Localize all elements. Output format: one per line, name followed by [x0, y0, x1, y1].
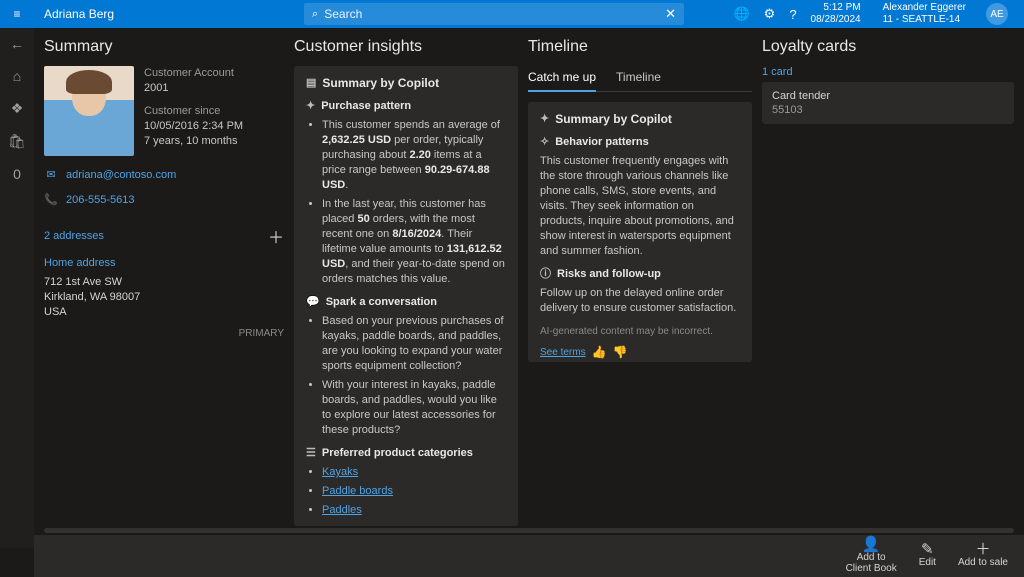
- phone-icon: 📞: [44, 193, 58, 206]
- loyalty-title: Loyalty cards: [762, 38, 1014, 56]
- clear-search-icon[interactable]: ✕: [665, 6, 676, 22]
- tenure-value: 7 years, 10 months: [144, 134, 243, 149]
- pref-icon: ☰: [306, 446, 316, 461]
- timeline-title: Timeline: [528, 38, 752, 56]
- insights-copilot-head: Summary by Copilot: [322, 76, 439, 91]
- add-to-client-book-button[interactable]: 👤 Add to Client Book: [846, 539, 897, 574]
- plus-icon: ＋: [958, 544, 1008, 555]
- address-block: Home address 712 1st Ave SW Kirkland, WA…: [44, 256, 284, 341]
- email-link[interactable]: adriana@contoso.com: [66, 169, 176, 181]
- loyalty-card[interactable]: Card tender 55103: [762, 82, 1014, 124]
- home-address-label[interactable]: Home address: [44, 256, 284, 271]
- copilot-icon: ▤: [306, 76, 316, 91]
- address-line1: 712 1st Ave SW: [44, 275, 284, 290]
- customer-photo: [44, 66, 134, 156]
- behavior-head: Behavior patterns: [555, 135, 649, 150]
- hamburger-icon[interactable]: ≡: [0, 7, 34, 21]
- pref-link-kayaks[interactable]: Kayaks: [322, 466, 358, 478]
- loyalty-count-link[interactable]: 1 card: [762, 66, 1014, 78]
- account-value: 2001: [144, 81, 243, 96]
- add-to-sale-button[interactable]: ＋ Add to sale: [958, 544, 1008, 568]
- summary-column: Summary Customer Account 2001 Customer s…: [44, 38, 284, 544]
- spark-item-2: With your interest in kayaks, paddle boa…: [322, 378, 506, 438]
- pref-head: Preferred product categories: [322, 446, 473, 461]
- risks-icon: ⓘ: [540, 267, 551, 282]
- email-row: ✉ adriana@contoso.com: [44, 168, 284, 181]
- back-icon[interactable]: ←: [10, 36, 24, 52]
- loyalty-column: Loyalty cards 1 card Card tender 55103: [762, 38, 1014, 544]
- horizontal-scrollbar[interactable]: [44, 528, 1014, 533]
- time-block: 5:12 PM 08/28/2024: [811, 2, 869, 26]
- tab-catch-me-up[interactable]: Catch me up: [528, 66, 596, 92]
- risks-text: Follow up on the delayed online order de…: [540, 286, 740, 316]
- gear-icon[interactable]: ⚙: [764, 6, 776, 22]
- address-line2: Kirkland, WA 98007: [44, 290, 284, 305]
- action-bar: 👤 Add to Client Book ✎ Edit ＋ Add to sal…: [34, 535, 1024, 577]
- help-icon[interactable]: ?: [789, 7, 796, 22]
- globe-icon[interactable]: 🌐: [733, 6, 749, 22]
- customer-name-header: Adriana Berg: [34, 7, 124, 21]
- timeline-tabs: Catch me up Timeline: [528, 66, 752, 92]
- insights-column: Customer insights ▤ Summary by Copilot ✦…: [294, 38, 518, 544]
- risks-head: Risks and follow-up: [557, 267, 661, 282]
- insights-title: Customer insights: [294, 38, 518, 56]
- purchase-pattern-head: Purchase pattern: [321, 99, 411, 114]
- edit-button[interactable]: ✎ Edit: [919, 544, 936, 568]
- spark-item-1: Based on your previous purchases of kaya…: [322, 314, 506, 374]
- behavior-icon: ✧: [540, 135, 549, 150]
- pref-link-paddles[interactable]: Paddles: [322, 504, 362, 516]
- insights-panel: ▤ Summary by Copilot ✦ Purchase pattern …: [294, 66, 518, 526]
- phone-link[interactable]: 206-555-5613: [66, 194, 135, 206]
- timeline-panel: ✦ Summary by Copilot ✧ Behavior patterns…: [528, 102, 752, 362]
- primary-badge: PRIMARY: [44, 326, 284, 341]
- rail-count[interactable]: 0: [13, 166, 21, 182]
- user-avatar-badge[interactable]: AE: [986, 3, 1008, 25]
- account-label: Customer Account: [144, 66, 243, 81]
- user-fullname: Alexander Eggerer: [883, 2, 966, 14]
- search-box[interactable]: ⌕ ✕: [304, 3, 684, 25]
- spark-head: Spark a conversation: [326, 295, 437, 310]
- loyalty-card-label: Card tender: [772, 90, 1004, 102]
- side-rail: ← ⌂ ❖ 🛍 0: [0, 28, 34, 548]
- purchase-pattern-item-1: This customer spends an average of 2,632…: [322, 118, 506, 193]
- timeline-copilot-head: Summary by Copilot: [555, 112, 672, 127]
- pencil-icon: ✎: [919, 544, 936, 555]
- email-icon: ✉: [44, 168, 58, 181]
- purchase-pattern-icon: ✦: [306, 99, 315, 114]
- behavior-text: This customer frequently engages with th…: [540, 154, 740, 259]
- address-line3: USA: [44, 305, 284, 320]
- clock-date: 08/28/2024: [811, 14, 861, 26]
- since-value: 10/05/2016 2:34 PM: [144, 119, 243, 134]
- user-block[interactable]: Alexander Eggerer 11 - SEATTLE-14: [883, 2, 972, 26]
- bag-icon[interactable]: 🛍: [8, 133, 26, 150]
- ai-disclaimer-timeline: AI-generated content may be incorrect.: [540, 324, 713, 339]
- tab-timeline[interactable]: Timeline: [616, 66, 661, 91]
- home-icon[interactable]: ⌂: [13, 68, 21, 84]
- diamond-icon[interactable]: ❖: [11, 100, 24, 117]
- spark-icon: 💬: [306, 295, 320, 310]
- search-input[interactable]: [324, 7, 665, 21]
- profile-details: Customer Account 2001 Customer since 10/…: [144, 66, 243, 156]
- copilot-icon-timeline: ✦: [540, 112, 549, 127]
- search-icon: ⌕: [312, 8, 318, 21]
- user-location: 11 - SEATTLE-14: [883, 14, 966, 26]
- phone-row: 📞 206-555-5613: [44, 193, 284, 206]
- thumbs-up-icon-timeline[interactable]: 👍: [592, 345, 607, 360]
- summary-title: Summary: [44, 38, 284, 56]
- thumbs-down-icon-timeline[interactable]: 👎: [613, 345, 628, 360]
- since-label: Customer since: [144, 104, 243, 119]
- timeline-column: Timeline Catch me up Timeline ✦ Summary …: [528, 38, 752, 544]
- addresses-link[interactable]: 2 addresses: [44, 230, 104, 242]
- loyalty-card-id: 55103: [772, 104, 1004, 116]
- clock-time: 5:12 PM: [811, 2, 861, 14]
- top-bar: ≡ Adriana Berg ⌕ ✕ 🌐 ⚙ ? 5:12 PM 08/28/2…: [0, 0, 1024, 28]
- purchase-pattern-item-2: In the last year, this customer has plac…: [322, 197, 506, 287]
- see-terms-link-timeline[interactable]: See terms: [540, 345, 586, 360]
- add-person-icon: 👤: [846, 539, 897, 550]
- add-address-icon[interactable]: ＋: [268, 224, 284, 248]
- pref-link-paddleboards[interactable]: Paddle boards: [322, 485, 393, 497]
